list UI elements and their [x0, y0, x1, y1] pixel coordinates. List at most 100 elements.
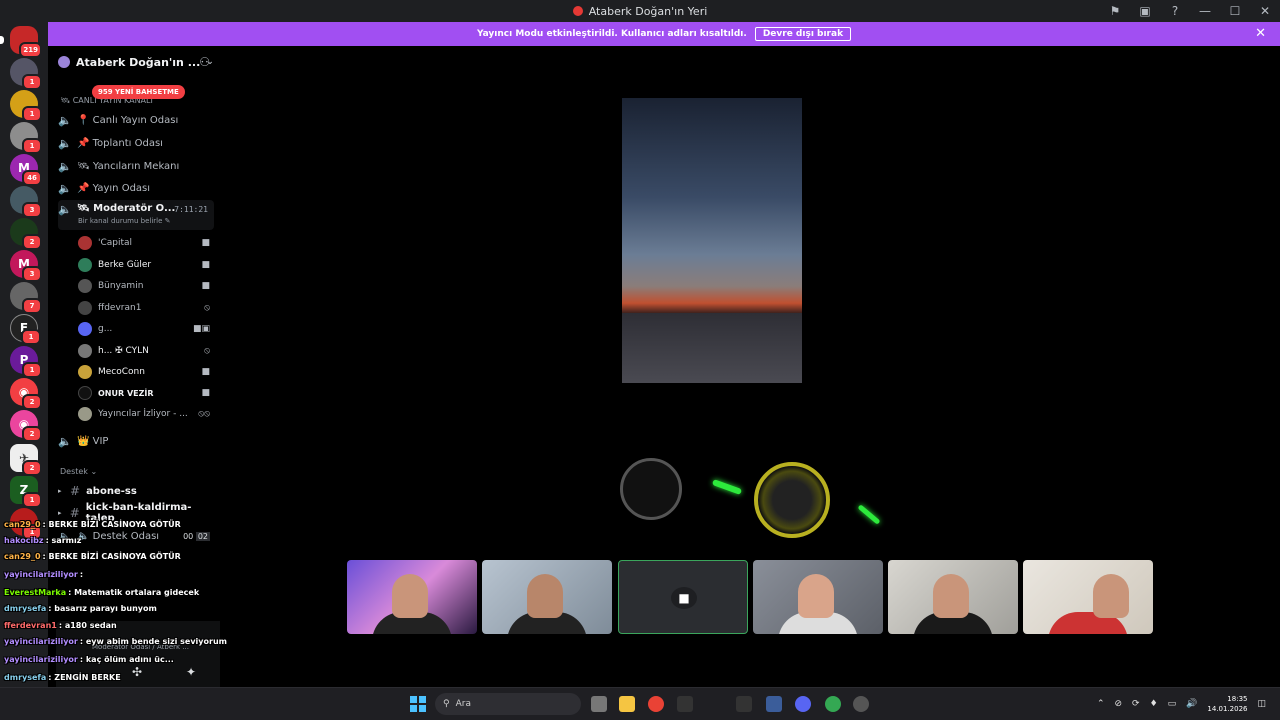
notification-icon[interactable]: ◫: [1257, 699, 1266, 709]
clock[interactable]: 18:35 14.01.2026: [1207, 694, 1247, 714]
chrome-icon[interactable]: [825, 696, 841, 712]
task-view-icon[interactable]: [591, 696, 607, 712]
server-icon[interactable]: 1: [10, 508, 42, 540]
inbox-flag-icon[interactable]: ⚑: [1100, 4, 1130, 18]
discord-server-icon[interactable]: ◉ 2: [10, 410, 42, 442]
volume-icon[interactable]: 🔊: [1186, 699, 1197, 709]
close-icon[interactable]: ✕: [1255, 26, 1266, 41]
server-badge: 1: [22, 524, 42, 540]
voice-channel[interactable]: 🔈 📌 Yayın Odası: [58, 178, 214, 198]
invite-people-icon[interactable]: ⚇: [199, 55, 210, 69]
server-icon[interactable]: 1: [10, 122, 42, 154]
server-icon-home[interactable]: 219: [10, 26, 42, 58]
participant-tile[interactable]: [347, 560, 477, 634]
user-name: h... ✠ CYLN: [98, 346, 149, 356]
stream-view[interactable]: ■: [220, 46, 1280, 687]
window-title: Ataberk Doğan'ın Yeri: [572, 5, 707, 18]
deafened-icon: ⦸⦸: [198, 409, 210, 419]
voice-user[interactable]: h... ✠ CYLN ⦸: [78, 341, 214, 361]
channel-label: 🛰 Yancıların Mekanı: [77, 160, 180, 172]
voice-user[interactable]: ONUR VEZİR ■: [78, 383, 214, 403]
taskbar-search[interactable]: ⚲ Ara: [435, 693, 581, 715]
server-badge: 219: [19, 42, 42, 58]
participant-tile[interactable]: [482, 560, 612, 634]
disable-streamer-mode-button[interactable]: Devre dışı bırak: [754, 27, 852, 41]
participant-tile[interactable]: [888, 560, 1018, 634]
voice-channel[interactable]: 🔈 🔈 Destek Odası 00 02: [58, 526, 214, 546]
category-support[interactable]: Destek ⌄: [60, 467, 97, 476]
voice-user[interactable]: 'Capital ■: [78, 233, 214, 253]
soundboard-icon[interactable]: ✦: [186, 665, 196, 679]
help-icon[interactable]: ?: [1160, 4, 1190, 18]
channel-label: kick-ban-kaldirma-talep: [85, 502, 192, 524]
voice-user[interactable]: Yayıncılar İzliyor - ... ⦸⦸: [78, 404, 214, 424]
maximize-button[interactable]: ☐: [1220, 4, 1250, 18]
voice-user[interactable]: MecoConn ■: [78, 362, 214, 382]
server-icon[interactable]: ✈ 2: [10, 444, 42, 476]
server-badge: 2: [22, 394, 42, 410]
deafened-icon: ⦸: [204, 303, 210, 313]
hashtag-icon: #: [70, 484, 81, 498]
voice-user[interactable]: Berke Güler ■: [78, 255, 214, 275]
avatar: [78, 236, 92, 250]
text-channel[interactable]: ▸ # abone-ss: [58, 481, 214, 501]
hashtag-icon: #: [69, 506, 80, 520]
app-icon[interactable]: [736, 696, 752, 712]
chrome-icon[interactable]: [648, 696, 664, 712]
steam-icon[interactable]: [766, 696, 782, 712]
avatar: [78, 258, 92, 272]
voice-user[interactable]: ffdevran1 ⦸: [78, 298, 214, 318]
inbox-icon[interactable]: ▣: [1130, 4, 1160, 18]
server-icon[interactable]: 2: [10, 218, 42, 250]
app-icon[interactable]: [677, 696, 693, 712]
windows-start-icon[interactable]: [410, 696, 426, 712]
server-icon[interactable]: Z 1: [10, 476, 42, 508]
system-tray: ⌃ ⊘ ⟳ ♦ ▭ 🔊 18:35 14.01.2026 ◫: [1097, 692, 1266, 716]
server-icon[interactable]: 1: [10, 90, 42, 122]
activities-icon[interactable]: ✣: [132, 665, 142, 679]
close-button[interactable]: ✕: [1250, 4, 1280, 18]
channel-status[interactable]: Bir kanal durumu belirle ✎: [78, 217, 171, 225]
screen-share-video[interactable]: [620, 98, 881, 558]
server-header[interactable]: Ataberk Doğan'ın ... ⌄ ⚇: [48, 46, 220, 78]
display-icon[interactable]: ▭: [1168, 699, 1177, 709]
discord-icon[interactable]: [795, 696, 811, 712]
active-voice-channel[interactable]: 🔈 🛰 Moderatör O... 7:11:21 Bir kanal dur…: [58, 200, 214, 230]
server-icon[interactable]: 3: [10, 186, 42, 218]
network-icon[interactable]: ⊘: [1114, 699, 1122, 709]
voice-channel[interactable]: 🔈 📌 Toplantı Odası: [58, 133, 214, 153]
minimize-button[interactable]: —: [1190, 4, 1220, 18]
speaker-icon: 🔈: [58, 113, 72, 127]
streamer-mode-banner: Yayıncı Modu etkinleştirildi. Kullanıcı …: [48, 22, 1280, 46]
chevron-up-icon[interactable]: ⌃: [1097, 699, 1105, 709]
voice-channel[interactable]: 🔈 👑 VIP: [58, 431, 214, 451]
server-badge: 7: [22, 298, 42, 314]
voice-channel[interactable]: 🔈 🛰 Yancıların Mekanı: [58, 156, 214, 176]
voice-user[interactable]: Bünyamin ■: [78, 276, 214, 296]
avatar: [78, 386, 92, 400]
participant-tile[interactable]: [1023, 560, 1153, 634]
voice-channel[interactable]: 🔈 📍 Canlı Yayın Odası: [58, 110, 214, 130]
server-icon[interactable]: P 1: [10, 346, 42, 378]
sync-icon[interactable]: ⟳: [1132, 699, 1140, 709]
file-explorer-icon[interactable]: [619, 696, 635, 712]
ambient-light: [711, 479, 743, 495]
app-icon[interactable]: [853, 696, 869, 712]
server-icon[interactable]: 7: [10, 282, 42, 314]
server-icon[interactable]: M 46: [10, 154, 42, 186]
discord-server-icon[interactable]: ◉ 2: [10, 378, 42, 410]
server-icon[interactable]: M 3: [10, 250, 42, 282]
user-name: Bünyamin: [98, 281, 144, 291]
new-mentions-pill[interactable]: 959 YENİ BAHSETME: [92, 85, 185, 99]
voice-user[interactable]: g... ■▣: [78, 319, 214, 339]
participant-tile[interactable]: [753, 560, 883, 634]
mic-icon[interactable]: ♦: [1150, 699, 1158, 709]
server-icon[interactable]: 1: [10, 58, 42, 90]
camera-icon: ■: [201, 281, 210, 291]
server-icon[interactable]: E 1: [10, 314, 41, 345]
speaker-icon: 🔈: [58, 203, 72, 216]
participant-tile-camera-off[interactable]: ■: [618, 560, 748, 634]
text-channel[interactable]: ▸ # kick-ban-kaldirma-talep: [58, 502, 214, 524]
channel-label: 🔈 Destek Odası: [77, 530, 160, 542]
server-rail: 219 1 1 1 M 46 3 2 M 3 7 E 1 P 1 ◉ 2 ◉ 2…: [0, 22, 48, 687]
